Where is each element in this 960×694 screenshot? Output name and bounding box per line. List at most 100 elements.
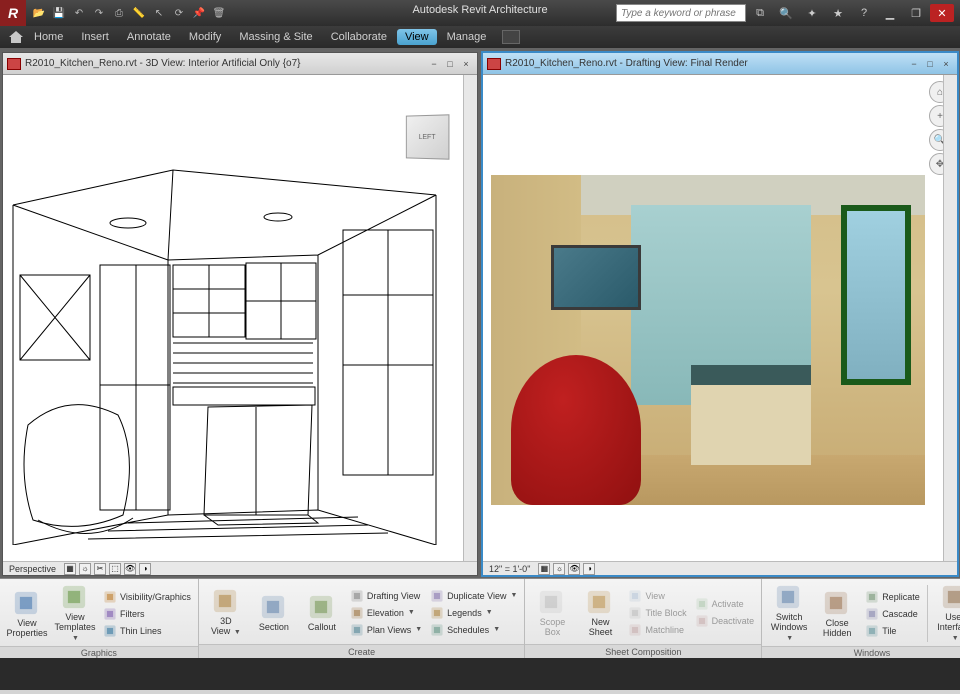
title-block-button: Title Block xyxy=(625,605,689,621)
tab-modify[interactable]: Modify xyxy=(181,29,229,45)
view-status-bar: 12" = 1'-0" ▦ ☼ 👁 ◑ xyxy=(483,561,957,575)
view-maximize-icon[interactable]: □ xyxy=(443,57,457,71)
tab-annotate[interactable]: Annotate xyxy=(119,29,179,45)
button-label: Deactivate xyxy=(712,616,755,626)
button-label: Elevation xyxy=(367,608,404,618)
crop-region-icon[interactable]: ⬚ xyxy=(109,563,121,575)
vis-graphics-button[interactable]: Visibility/Graphics xyxy=(100,589,194,605)
cascade-icon xyxy=(865,607,879,621)
button-label: Duplicate View xyxy=(447,591,506,601)
unpin-icon[interactable]: 📌 xyxy=(190,4,208,22)
reveal-icon[interactable]: ◑ xyxy=(139,563,151,575)
view-maximize-icon[interactable]: □ xyxy=(923,57,937,71)
cascade-button[interactable]: Cascade xyxy=(862,606,923,622)
duplicate-button[interactable]: Duplicate View▼ xyxy=(427,588,520,604)
user-interface-button[interactable]: UserInterface ▼ xyxy=(932,581,960,646)
rendered-image xyxy=(491,175,925,505)
switch-windows-button[interactable]: SwitchWindows ▼ xyxy=(766,581,812,646)
undo-icon[interactable]: ↶ xyxy=(70,4,88,22)
toolbar-icon[interactable]: ★ xyxy=(826,4,850,22)
select-icon[interactable]: ↖ xyxy=(150,4,168,22)
plan-views-button[interactable]: Plan Views▼ xyxy=(347,622,425,638)
view-properties-button[interactable]: ViewProperties xyxy=(4,587,50,640)
help-search-input[interactable] xyxy=(616,4,746,22)
view-close-icon[interactable]: × xyxy=(939,57,953,71)
legends-button[interactable]: Legends▼ xyxy=(427,605,520,621)
sync-icon[interactable]: ⟳ xyxy=(170,4,188,22)
save-icon[interactable]: 💾 xyxy=(50,4,68,22)
toolbar-icon[interactable]: 🔍 xyxy=(774,4,798,22)
elevation-button[interactable]: Elevation▼ xyxy=(347,605,425,621)
view-title-bar[interactable]: R2010_Kitchen_Reno.rvt - 3D View: Interi… xyxy=(3,53,477,75)
tile-button[interactable]: Tile xyxy=(862,623,923,639)
minimize-button[interactable]: ▁ xyxy=(878,4,902,22)
home-icon[interactable] xyxy=(8,30,24,44)
new-sheet-button[interactable]: NewSheet xyxy=(577,586,623,639)
view-close-icon[interactable]: × xyxy=(459,57,473,71)
view-minimize-icon[interactable]: − xyxy=(907,57,921,71)
elevation-icon xyxy=(350,606,364,620)
button-label: Legends xyxy=(447,608,482,618)
tab-massing-site[interactable]: Massing & Site xyxy=(231,29,320,45)
close-hidden-icon xyxy=(822,589,852,617)
drafting-button[interactable]: Drafting View xyxy=(347,588,425,604)
open-icon[interactable]: 📂 xyxy=(30,4,48,22)
view-minimize-icon[interactable]: − xyxy=(427,57,441,71)
tab-view[interactable]: View xyxy=(397,29,437,45)
maximize-button[interactable]: ❐ xyxy=(904,4,928,22)
app-title: Autodesk Revit Architecture xyxy=(412,4,547,16)
reveal-icon[interactable]: ◑ xyxy=(583,563,595,575)
canvas-3d[interactable]: LEFT xyxy=(3,75,477,561)
button-label: Replicate xyxy=(882,592,920,602)
plan-views-icon xyxy=(350,623,364,637)
hide-isolate-icon[interactable]: 👁 xyxy=(124,563,136,575)
title-block-icon xyxy=(628,606,642,620)
callout-button[interactable]: Callout xyxy=(299,591,345,634)
filters-icon xyxy=(103,607,117,621)
tab-manage[interactable]: Manage xyxy=(439,29,495,45)
ribbon-extra-icon[interactable] xyxy=(502,30,520,44)
scrollbar-vertical[interactable] xyxy=(943,75,957,561)
button-label: ViewTemplates ▼ xyxy=(54,612,96,644)
purge-icon[interactable]: 🗑 xyxy=(210,4,228,22)
view-scale-text[interactable]: 12" = 1'-0" xyxy=(485,564,534,574)
toolbar-icon[interactable]: ✦ xyxy=(800,4,824,22)
tab-insert[interactable]: Insert xyxy=(73,29,117,45)
button-label: Schedules xyxy=(447,625,489,635)
filters-button[interactable]: Filters xyxy=(100,606,194,622)
legends-icon xyxy=(430,606,444,620)
scrollbar-vertical[interactable] xyxy=(463,75,477,561)
button-label: Cascade xyxy=(882,609,918,619)
close-button[interactable]: ✕ xyxy=(930,4,954,22)
view-templates-button[interactable]: ViewTemplates ▼ xyxy=(52,581,98,646)
button-label: SwitchWindows ▼ xyxy=(768,612,810,644)
measure-icon[interactable]: 📏 xyxy=(130,4,148,22)
section-button[interactable]: Section xyxy=(251,591,297,634)
hide-isolate-icon[interactable]: 👁 xyxy=(568,563,580,575)
close-hidden-button[interactable]: CloseHidden xyxy=(814,587,860,640)
view-pane-3d: R2010_Kitchen_Reno.rvt - 3D View: Interi… xyxy=(2,52,478,576)
shadows-icon[interactable]: ☼ xyxy=(79,563,91,575)
tab-collaborate[interactable]: Collaborate xyxy=(323,29,395,45)
panel-label: Windows xyxy=(762,646,960,658)
wireframe-drawing xyxy=(8,115,438,545)
place-view-icon xyxy=(628,589,642,603)
3d-view-button[interactable]: 3DView ▼ xyxy=(203,585,249,640)
redo-icon[interactable]: ↷ xyxy=(90,4,108,22)
model-graphics-icon[interactable]: ▦ xyxy=(538,563,550,575)
model-graphics-icon[interactable]: ▦ xyxy=(64,563,76,575)
thin-lines-button[interactable]: Thin Lines xyxy=(100,623,194,639)
app-logo[interactable]: R xyxy=(0,0,26,26)
tab-home[interactable]: Home xyxy=(26,29,71,45)
crop-icon[interactable]: ✂ xyxy=(94,563,106,575)
detail-level-icon[interactable]: ☼ xyxy=(553,563,565,575)
toolbar-icon[interactable]: ⧉ xyxy=(748,4,772,22)
schedules-button[interactable]: Schedules▼ xyxy=(427,622,520,638)
view-title-bar[interactable]: R2010_Kitchen_Reno.rvt - Drafting View: … xyxy=(483,53,957,75)
help-icon[interactable]: ? xyxy=(852,4,876,22)
button-label: Visibility/Graphics xyxy=(120,592,191,602)
panel-label: Sheet Composition xyxy=(525,644,761,658)
canvas-render[interactable]: ⌂ + 🔍 ✥ xyxy=(483,75,957,561)
replicate-button[interactable]: Replicate xyxy=(862,589,923,605)
print-icon[interactable]: ⎙ xyxy=(110,4,128,22)
